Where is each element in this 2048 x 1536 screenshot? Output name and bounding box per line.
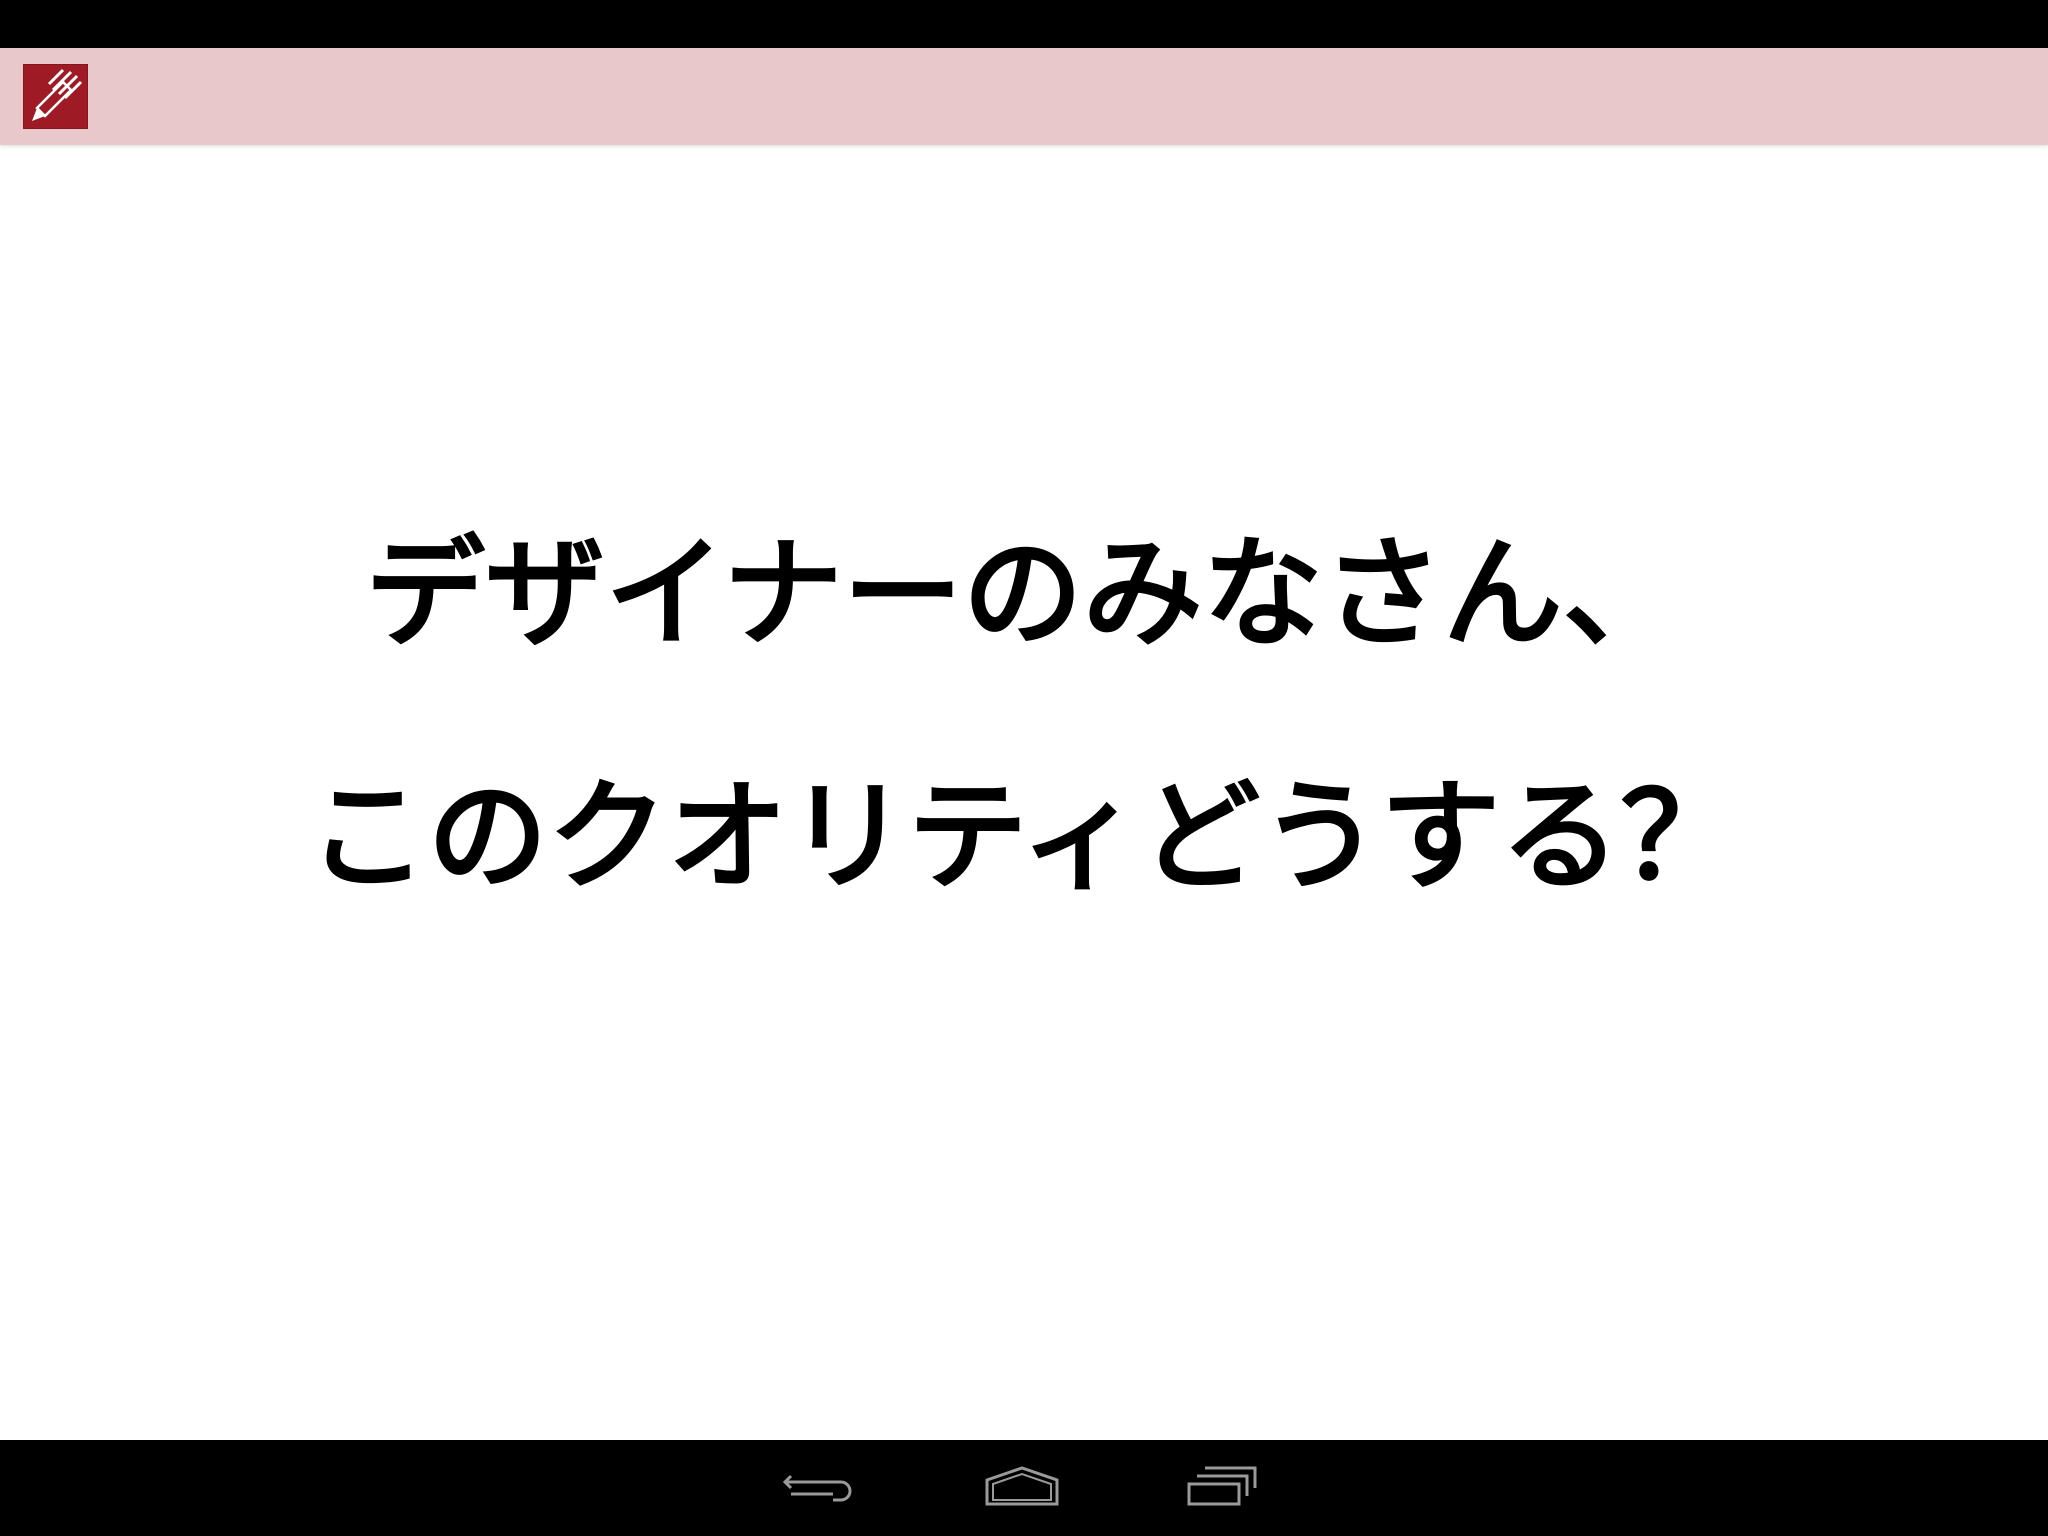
back-icon — [775, 1460, 865, 1516]
slide-title-line-2: このクオリティどうする？ — [307, 768, 1741, 907]
home-button[interactable] — [977, 1460, 1067, 1516]
navigation-bar — [0, 1440, 2048, 1536]
slide-canvas: デザイナーのみなさん、 このクオリティどうする？ — [0, 145, 2048, 1440]
recent-apps-button[interactable] — [1179, 1460, 1269, 1516]
status-bar — [0, 0, 2048, 48]
recent-apps-icon — [1179, 1460, 1269, 1516]
slide-title-line-1: デザイナーのみなさん、 — [365, 525, 1683, 664]
back-button[interactable] — [775, 1460, 865, 1516]
home-icon — [977, 1460, 1067, 1516]
app-bar — [0, 48, 2048, 145]
pencil-notes-icon[interactable] — [23, 64, 88, 129]
